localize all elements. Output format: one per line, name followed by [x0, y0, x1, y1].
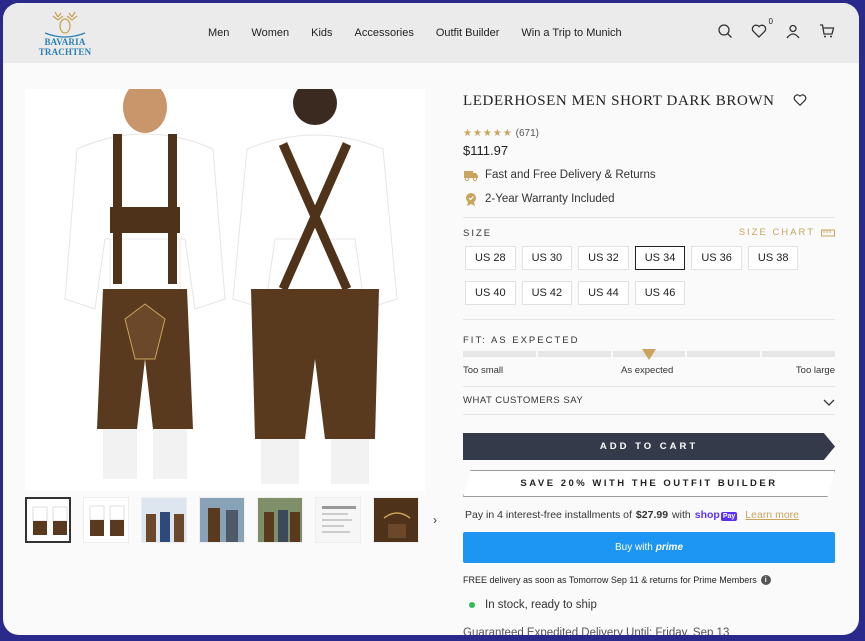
- buy-with-prime-button[interactable]: Buy with prime: [463, 532, 835, 563]
- logo[interactable]: BAVARIA TRACHTEN: [25, 11, 105, 57]
- star-rating-icon: ★★★★★: [463, 128, 513, 139]
- search-icon[interactable]: [717, 23, 735, 41]
- shop-pay-logo: shop Pay: [695, 509, 738, 521]
- product-price: $111.97: [463, 143, 509, 158]
- account-icon[interactable]: [785, 23, 803, 41]
- heart-icon[interactable]: [793, 93, 807, 107]
- learn-more-link[interactable]: Learn more: [745, 509, 799, 521]
- size-us-30[interactable]: US 30: [521, 246, 573, 270]
- divider: [463, 386, 835, 387]
- info-icon[interactable]: i: [760, 575, 771, 585]
- fit-label: FIT: AS EXPECTED: [463, 335, 580, 346]
- nav-outfit-builder[interactable]: Outfit Builder: [436, 27, 500, 39]
- installments-with: with: [672, 509, 691, 521]
- customers-say-toggle[interactable]: WHAT CUSTOMERS SAY: [463, 395, 583, 406]
- thumbnail-detail[interactable]: [373, 497, 419, 543]
- shop-pay-word: shop: [694, 509, 720, 521]
- stock-status: In stock, ready to ship: [469, 599, 597, 611]
- installments-text: Pay in 4 interest-free installments of: [465, 509, 632, 521]
- size-row-2: US 40 US 42 US 44 US 46: [465, 281, 837, 305]
- cart-icon[interactable]: [819, 23, 837, 41]
- nav-kids[interactable]: Kids: [311, 27, 332, 39]
- truck-icon: [464, 171, 478, 182]
- perk-delivery-text: Fast and Free Delivery & Returns: [485, 169, 656, 181]
- wishlist-icon[interactable]: 0: [751, 17, 773, 41]
- deer-logo-icon: [44, 11, 86, 38]
- outfit-builder-button[interactable]: SAVE 20% WITH THE OUTFIT BUILDER: [463, 470, 835, 497]
- size-us-36[interactable]: US 36: [691, 246, 742, 270]
- nav-accessories[interactable]: Accessories: [355, 27, 414, 39]
- prime-logo: prime: [655, 542, 684, 553]
- size-chart-link[interactable]: SIZE CHART: [739, 227, 835, 238]
- prime-delivery-info: FREE delivery as soon as Tomorrow Sep 11…: [463, 575, 771, 585]
- site-header: BAVARIA TRACHTEN Men Women Kids Accessor…: [3, 3, 859, 63]
- chevron-down-icon[interactable]: [823, 395, 835, 407]
- shop-pay-badge: Pay: [720, 512, 738, 521]
- fit-as-expected: As expected: [621, 365, 674, 376]
- size-us-38[interactable]: US 38: [747, 246, 799, 270]
- add-to-cart-button[interactable]: ADD TO CART: [463, 433, 835, 460]
- thumbnail-group[interactable]: [257, 497, 303, 543]
- installments-info: Pay in 4 interest-free installments of $…: [465, 509, 799, 521]
- thumbnail-authentic[interactable]: [141, 497, 187, 543]
- product-title: LEDERHOSEN MEN SHORT DARK BROWN: [463, 93, 775, 109]
- perk-warranty-text: 2-Year Warranty Included: [485, 193, 615, 205]
- ruler-icon: [821, 229, 835, 236]
- size-us-32[interactable]: US 32: [578, 246, 629, 270]
- prime-button-prefix: Buy with: [614, 542, 653, 553]
- fit-too-large: Too large: [795, 365, 835, 376]
- review-count: (671): [515, 128, 539, 139]
- installment-amount: $27.99: [635, 509, 669, 521]
- divider: [463, 414, 835, 415]
- fit-marker-icon: [642, 349, 656, 360]
- product-main-image[interactable]: [25, 81, 425, 491]
- size-us-42[interactable]: US 42: [521, 281, 573, 305]
- thumbnail-size[interactable]: [315, 497, 361, 543]
- size-label: SIZE: [463, 228, 493, 239]
- thumbnail-strip: ›: [25, 497, 437, 543]
- logo-text: BAVARIA TRACHTEN: [38, 37, 92, 57]
- size-chart-label: SIZE CHART: [738, 227, 815, 238]
- thumbnail-outdoor[interactable]: [199, 497, 245, 543]
- size-us-34[interactable]: US 34: [634, 246, 686, 270]
- nav-men[interactable]: Men: [208, 27, 229, 39]
- nav-women[interactable]: Women: [251, 27, 289, 39]
- fit-too-small: Too small: [463, 365, 504, 376]
- perk-delivery: Fast and Free Delivery & Returns: [463, 167, 656, 183]
- divider: [463, 319, 835, 320]
- stock-text: In stock, ready to ship: [485, 599, 597, 611]
- divider: [463, 217, 835, 218]
- size-us-44[interactable]: US 44: [578, 281, 629, 305]
- lederhosen-photo: [64, 81, 398, 484]
- prime-delivery-text: FREE delivery as soon as Tomorrow Sep 11…: [463, 575, 757, 585]
- header-icons: 0: [717, 17, 837, 41]
- size-row-1: US 28 US 30 US 32 US 34 US 36 US 38: [465, 246, 837, 270]
- chevron-right-icon[interactable]: ›: [433, 513, 437, 527]
- main-nav: Men Women Kids Accessories Outfit Builde…: [208, 27, 622, 39]
- warranty-badge-icon: [466, 193, 476, 206]
- nav-win-trip[interactable]: Win a Trip to Munich: [521, 27, 621, 39]
- size-us-40[interactable]: US 40: [465, 281, 516, 305]
- size-us-28[interactable]: US 28: [465, 246, 516, 270]
- size-us-46[interactable]: US 46: [634, 281, 686, 305]
- in-stock-dot-icon: [469, 602, 475, 608]
- perk-warranty: 2-Year Warranty Included: [463, 191, 615, 207]
- browser-frame: BAVARIA TRACHTEN Men Women Kids Accessor…: [3, 3, 859, 635]
- thumbnail-front[interactable]: [25, 497, 71, 543]
- guaranteed-delivery: Guaranteed Expedited Delivery Until: Fri…: [463, 627, 730, 635]
- thumbnail-back[interactable]: [83, 497, 129, 543]
- wishlist-count: 0: [768, 17, 773, 26]
- product-rating[interactable]: ★★★★★ (671): [463, 128, 539, 139]
